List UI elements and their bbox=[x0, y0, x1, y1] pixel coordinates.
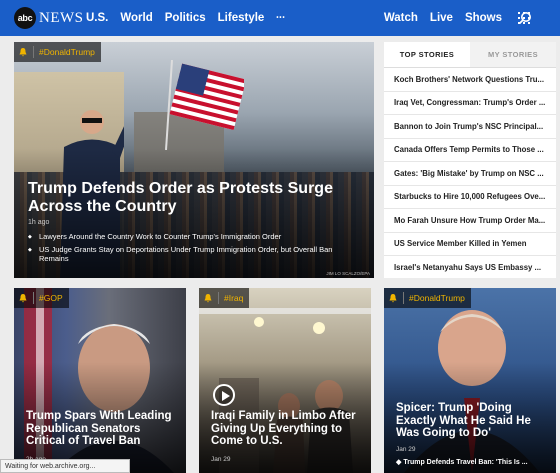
story-link[interactable]: Canada Offers Temp Permits to Those ... bbox=[384, 139, 556, 162]
card-tag-label: #GOP bbox=[39, 293, 63, 303]
story-link[interactable]: Mo Farah Unsure How Trump Order Ma... bbox=[384, 209, 556, 233]
bell-icon[interactable] bbox=[18, 293, 28, 303]
nav-links: U.S. World Politics Lifestyle ••• bbox=[86, 0, 298, 36]
story-link[interactable]: Koch Brothers' Network Questions Tru... bbox=[384, 68, 556, 92]
story-link[interactable]: Bannon to Join Trump's NSC Principal... bbox=[384, 115, 556, 139]
story-link[interactable]: US Service Member Killed in Yemen bbox=[384, 233, 556, 256]
search-icon[interactable] bbox=[518, 11, 532, 25]
nav-link-live[interactable]: Live bbox=[430, 12, 453, 24]
bell-icon[interactable] bbox=[203, 293, 213, 303]
bell-icon[interactable] bbox=[388, 293, 398, 303]
card-topic-tag[interactable]: #GOP bbox=[14, 288, 69, 308]
news-wordmark: NEWS bbox=[39, 9, 84, 26]
card-headline[interactable]: Spicer: Trump 'Doing Exactly What He Sai… bbox=[396, 402, 546, 440]
story-card[interactable]: #DonaldTrump Spicer: Trump 'Doing Exactl… bbox=[384, 288, 556, 473]
top-stories-panel: TOP STORIES MY STORIES Koch Brothers' Ne… bbox=[384, 42, 556, 278]
browser-status-bar: Waiting for web.archive.org... bbox=[0, 459, 130, 473]
nav-right-links: Watch Live Shows bbox=[372, 0, 530, 36]
nav-link-watch[interactable]: Watch bbox=[384, 12, 418, 24]
hero-timestamp: 1h ago bbox=[28, 219, 50, 226]
hero-tag-label: #DonaldTrump bbox=[39, 47, 95, 57]
card-tag-label: #Iraq bbox=[224, 293, 244, 303]
story-card[interactable]: #Iraq Iraqi Family in Limbo After Giving… bbox=[199, 288, 371, 473]
nav-link-lifestyle[interactable]: Lifestyle bbox=[218, 12, 265, 24]
tab-my-stories[interactable]: MY STORIES bbox=[470, 42, 556, 67]
stories-tabs: TOP STORIES MY STORIES bbox=[384, 42, 556, 68]
hero-topic-tag[interactable]: #DonaldTrump bbox=[14, 42, 101, 62]
hero-story[interactable]: #DonaldTrump Trump Defends Order as Prot… bbox=[14, 42, 374, 278]
card-topic-tag[interactable]: #Iraq bbox=[199, 288, 250, 308]
hero-related-link[interactable]: US Judge Grants Stay on Deportations Und… bbox=[28, 245, 348, 263]
nav-link-politics[interactable]: Politics bbox=[165, 12, 206, 24]
hero-headline[interactable]: Trump Defends Order as Protests Surge Ac… bbox=[28, 180, 348, 216]
story-link[interactable]: Gates: 'Big Mistake' by Trump on NSC ... bbox=[384, 162, 556, 186]
story-link[interactable]: Israel's Netanyahu Says US Embassy ... bbox=[384, 256, 556, 280]
nav-link-world[interactable]: World bbox=[120, 12, 152, 24]
story-link[interactable]: Starbucks to Hire 10,000 Refugees Ove... bbox=[384, 186, 556, 209]
photo-credit: JIM LO SCALZO/EPA bbox=[326, 271, 370, 276]
tab-top-stories[interactable]: TOP STORIES bbox=[384, 42, 470, 67]
hero-related-link[interactable]: Lawyers Around the Country Work to Count… bbox=[28, 232, 348, 242]
abc-news-logo[interactable]: abc NEWS bbox=[14, 7, 84, 29]
bell-icon[interactable] bbox=[18, 47, 28, 57]
card-headline[interactable]: Iraqi Family in Limbo After Giving Up Ev… bbox=[211, 410, 361, 448]
nav-link-us[interactable]: U.S. bbox=[86, 12, 108, 24]
top-nav-bar: abc NEWS U.S. World Politics Lifestyle •… bbox=[0, 0, 560, 36]
nav-more-menu[interactable]: ••• bbox=[276, 15, 285, 21]
story-card[interactable]: #GOP Trump Spars With Leading Republican… bbox=[14, 288, 186, 473]
card-timestamp: Jan 29 bbox=[211, 456, 231, 463]
play-video-button[interactable] bbox=[213, 384, 235, 406]
card-tag-label: #DonaldTrump bbox=[409, 293, 465, 303]
card-topic-tag[interactable]: #DonaldTrump bbox=[384, 288, 471, 308]
card-related-link[interactable]: ◆ Trump Defends Travel Ban: 'This Is ... bbox=[396, 458, 528, 466]
card-timestamp: Jan 29 bbox=[396, 446, 416, 453]
nav-link-shows[interactable]: Shows bbox=[465, 12, 502, 24]
abc-logo-circle: abc bbox=[14, 7, 36, 29]
story-link[interactable]: Iraq Vet, Congressman: Trump's Order ... bbox=[384, 92, 556, 115]
card-headline[interactable]: Trump Spars With Leading Republican Sena… bbox=[26, 410, 176, 448]
